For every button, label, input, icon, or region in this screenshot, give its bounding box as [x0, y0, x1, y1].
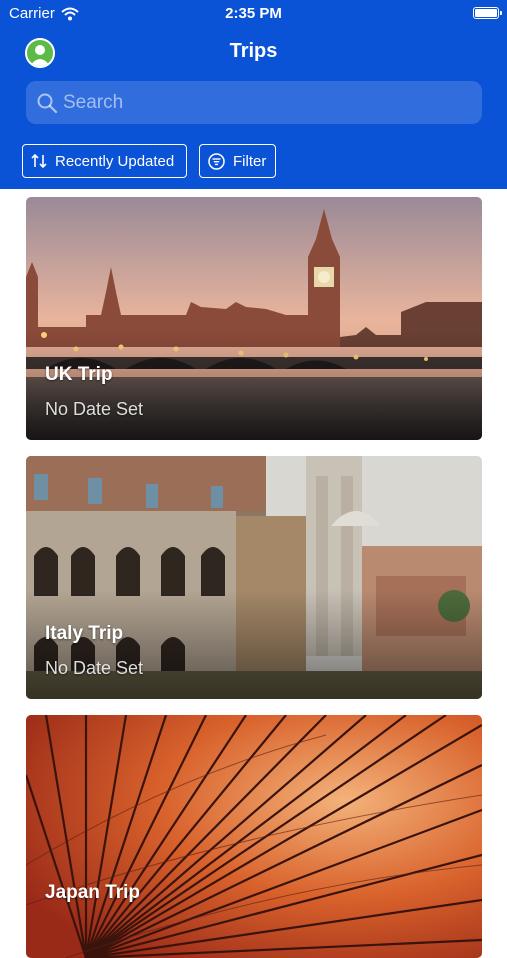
filter-icon	[208, 152, 225, 170]
trip-card-italy[interactable]: Italy Trip No Date Set	[26, 456, 482, 699]
trip-name: Italy Trip	[45, 623, 124, 644]
trip-date: No Date Set	[45, 658, 144, 678]
trip-date: No Date Set	[45, 399, 144, 419]
trip-card-uk[interactable]: UK Trip No Date Set	[26, 197, 482, 440]
search-icon	[37, 93, 58, 114]
trip-card-japan[interactable]: Japan Trip	[26, 715, 482, 958]
trip-photo-umbrella	[26, 715, 482, 958]
status-time: 2:35 PM	[225, 5, 282, 22]
battery-icon	[473, 7, 502, 19]
sort-arrows-icon	[31, 153, 47, 169]
filter-button[interactable]: Filter	[199, 144, 276, 178]
sort-button[interactable]: Recently Updated	[22, 144, 187, 178]
page-title: Trips	[229, 40, 278, 62]
filter-label: Filter	[233, 152, 267, 170]
search-input[interactable]: Search	[26, 81, 482, 124]
trip-name: UK Trip	[45, 364, 113, 385]
status-bar: Carrier 2:35 PM	[0, 0, 507, 28]
search-placeholder: Search	[63, 92, 124, 113]
sort-label: Recently Updated	[55, 152, 175, 170]
top-bar: Carrier 2:35 PM Trips Search Recently Up…	[0, 0, 507, 189]
trip-name: Japan Trip	[45, 882, 141, 903]
